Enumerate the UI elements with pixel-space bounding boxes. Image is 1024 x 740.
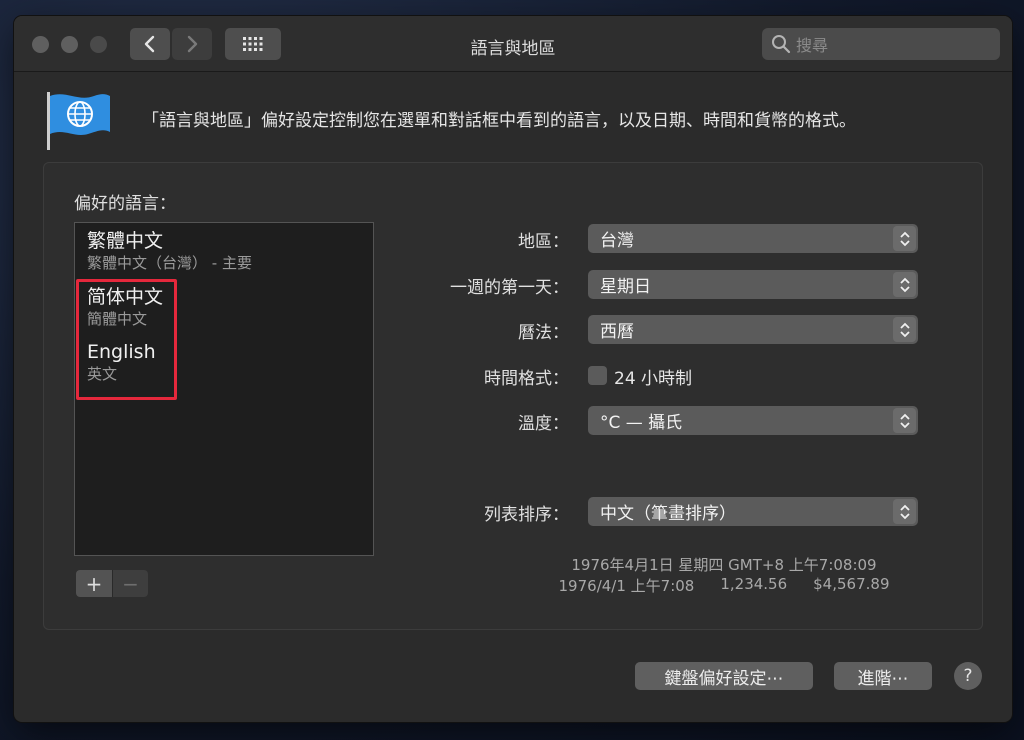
sample-row: 1976/4/1 上午7:08 1,234.56 $4,567.89 <box>534 575 914 596</box>
temperature-label: 溫度： <box>518 414 569 434</box>
description-text: 「語言與地區」偏好設定控制您在選單和對話框中看到的語言，以及日期、時間和貨幣的格… <box>142 111 856 131</box>
search-field[interactable]: 搜尋 <box>762 28 1000 60</box>
calendar-label: 曆法： <box>518 323 569 343</box>
24-hour-checkbox[interactable] <box>588 366 607 385</box>
keyboard-preferences-button[interactable]: 鍵盤偏好設定⋯ <box>635 662 813 690</box>
sample-currency: $4,567.89 <box>813 575 890 593</box>
up-down-arrows-icon <box>893 408 916 433</box>
search-placeholder: 搜尋 <box>796 36 829 55</box>
up-down-arrows-icon <box>893 272 916 297</box>
time-format-label: 時間格式： <box>484 369 569 389</box>
24-hour-checkbox-label[interactable]: 24 小時制 <box>614 364 692 389</box>
titlebar: 語言與地區 搜尋 <box>14 16 1012 72</box>
add-language-button[interactable]: + <box>76 570 112 597</box>
preferred-languages-label: 偏好的語言： <box>74 194 176 214</box>
region-value: 台灣 <box>600 231 634 251</box>
list-sort-popup[interactable]: 中文（筆畫排序） <box>588 497 918 526</box>
language-item-traditional-chinese[interactable]: 繁體中文 繁體中文（台灣） - 主要 <box>87 229 252 273</box>
add-remove-control: + − <box>76 570 148 597</box>
up-down-arrows-icon <box>893 317 916 342</box>
calendar-value: 西曆 <box>600 322 634 342</box>
language-name: 繁體中文 <box>87 230 164 252</box>
first-day-value: 星期日 <box>600 277 651 297</box>
temperature-popup[interactable]: °C — 攝氏 <box>588 406 918 435</box>
temperature-value: °C — 攝氏 <box>600 413 683 433</box>
first-day-label: 一週的第一天： <box>450 278 569 298</box>
preferences-window: 語言與地區 搜尋 「語言與地區」偏好設定控制您在選單和對話框中看到的語言，以及日… <box>14 16 1012 722</box>
region-popup[interactable]: 台灣 <box>588 224 918 253</box>
sample-date-short: 1976/4/1 上午7:08 <box>558 577 695 595</box>
help-button[interactable]: ? <box>954 662 982 690</box>
search-icon <box>772 35 791 54</box>
sample-number: 1,234.56 <box>720 575 788 593</box>
list-sort-label: 列表排序： <box>484 505 569 525</box>
sample-date-long: 1976年4月1日 星期四 GMT+8 上午7:08:09 <box>571 556 877 574</box>
globe-flag-icon <box>47 92 110 150</box>
highlight-annotation-box <box>76 279 177 400</box>
list-sort-value: 中文（筆畫排序） <box>600 504 736 524</box>
up-down-arrows-icon <box>893 499 916 524</box>
remove-language-button[interactable]: − <box>112 570 148 597</box>
calendar-popup[interactable]: 西曆 <box>588 315 918 344</box>
region-label: 地區： <box>518 232 569 252</box>
up-down-arrows-icon <box>893 226 916 251</box>
language-subtitle: 繁體中文（台灣） - 主要 <box>87 254 252 272</box>
first-day-popup[interactable]: 星期日 <box>588 270 918 299</box>
advanced-button[interactable]: 進階⋯ <box>834 662 932 690</box>
